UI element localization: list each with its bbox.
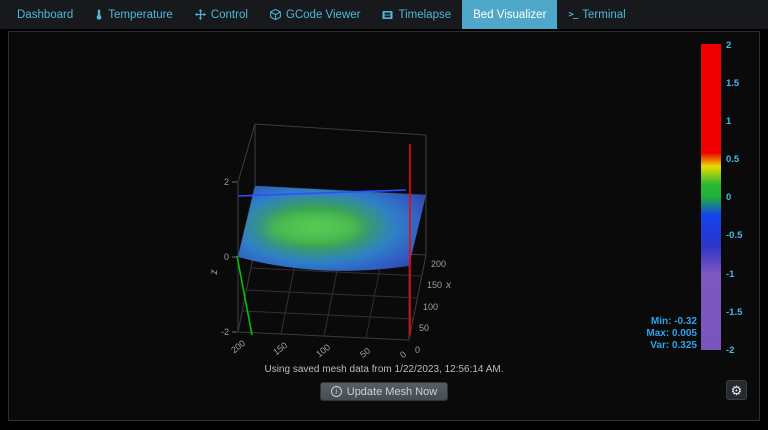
svg-text:50: 50 — [419, 323, 429, 333]
mesh-stat-min: Min: -0.32 — [651, 316, 698, 327]
svg-text:0: 0 — [398, 349, 408, 360]
mesh-data-status: Using saved mesh data from 1/22/2023, 12… — [264, 364, 504, 375]
svg-text:-2: -2 — [221, 327, 229, 337]
svg-text:-1.5: -1.5 — [726, 307, 743, 318]
svg-text:100: 100 — [314, 342, 332, 359]
svg-text:-2: -2 — [726, 345, 734, 356]
svg-text:2: 2 — [224, 177, 229, 187]
tab-label: Timelapse — [398, 8, 452, 21]
svg-text:50: 50 — [358, 346, 372, 360]
tab-timelapse[interactable]: Timelapse — [371, 0, 462, 29]
svg-text:1.5: 1.5 — [726, 78, 740, 89]
svg-text:-1: -1 — [726, 269, 735, 280]
tab-label: GCode Viewer — [285, 8, 361, 21]
svg-text:100: 100 — [423, 302, 438, 312]
colorbar-ticks: 2 1.5 1 0.5 0 -0.5 -1 -1.5 -2 — [726, 40, 743, 356]
bed-visualizer-panel: 2 0 -2 z 0 50 100 150 200 x 200 150 100 … — [8, 31, 760, 421]
mesh-surface-highlight — [266, 213, 362, 243]
svg-text:-0.5: -0.5 — [726, 230, 743, 241]
colorbar: 2 1.5 1 0.5 0 -0.5 -1 -1.5 -2 — [701, 40, 743, 356]
tab-label: Terminal — [582, 8, 626, 21]
tab-temperature[interactable]: Temperature — [84, 0, 184, 29]
x-axis-ticks: 0 50 100 150 200 — [415, 259, 446, 355]
update-mesh-button-label: Update Mesh Now — [346, 385, 438, 398]
tab-label: Temperature — [108, 8, 173, 21]
svg-text:150: 150 — [427, 280, 442, 290]
z-axis-ticks: 2 0 -2 — [221, 177, 237, 337]
bed-mesh-3d-plot[interactable]: 2 0 -2 z 0 50 100 150 200 x 200 150 100 … — [9, 32, 759, 362]
svg-text:0: 0 — [224, 252, 229, 262]
film-icon — [382, 10, 393, 20]
svg-text:0: 0 — [726, 192, 731, 203]
svg-text:2: 2 — [726, 40, 731, 51]
arrows-icon — [194, 9, 206, 20]
svg-text:0.5: 0.5 — [726, 154, 740, 165]
y-axis-ticks: 200 150 100 50 0 — [229, 338, 408, 360]
update-mesh-button[interactable]: i Update Mesh Now — [319, 382, 449, 401]
svg-text:0: 0 — [415, 345, 420, 355]
svg-text:1: 1 — [726, 116, 732, 127]
tab-label: Bed Visualizer — [473, 8, 547, 21]
svg-text:200: 200 — [431, 259, 446, 269]
z-axis-title: z — [209, 270, 220, 276]
update-mesh-row: i Update Mesh Now — [9, 381, 759, 401]
tab-bed-visualizer[interactable]: Bed Visualizer — [462, 0, 558, 29]
svg-text:200: 200 — [229, 338, 247, 355]
info-icon: i — [330, 386, 342, 397]
cube-icon — [270, 9, 281, 20]
mesh-stat-var: Var: 0.325 — [650, 340, 697, 351]
tab-control[interactable]: Control — [184, 0, 259, 29]
terminal-icon: >_ — [568, 9, 578, 20]
x-axis-title: x — [445, 280, 452, 291]
tab-gcode-viewer[interactable]: GCode Viewer — [259, 0, 372, 29]
gear-icon: ⚙ — [730, 382, 743, 398]
tab-label: Control — [210, 8, 248, 21]
mesh-stat-max: Max: 0.005 — [646, 328, 697, 339]
tab-dashboard[interactable]: Dashboard — [6, 0, 84, 29]
tab-label: Dashboard — [17, 8, 74, 21]
svg-text:150: 150 — [271, 340, 289, 357]
green-axis-line — [236, 255, 253, 336]
thermometer-icon — [95, 9, 103, 20]
settings-button[interactable]: ⚙ — [726, 380, 747, 400]
tab-terminal[interactable]: >_ Terminal — [557, 0, 636, 29]
main-navbar: Dashboard Temperature Control GCode View… — [0, 0, 768, 29]
mesh-stats: Min: -0.32 Max: 0.005 Var: 0.325 — [646, 316, 697, 351]
